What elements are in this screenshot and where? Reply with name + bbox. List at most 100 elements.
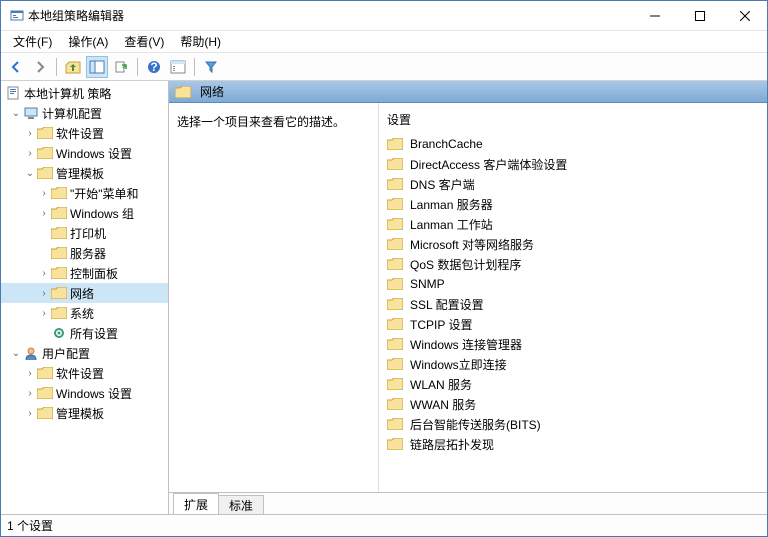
tab-standard[interactable]: 标准 bbox=[218, 495, 264, 514]
folder-icon bbox=[387, 176, 403, 192]
folder-icon bbox=[175, 84, 191, 100]
close-button[interactable] bbox=[722, 1, 767, 30]
list-item[interactable]: SSL 配置设置 bbox=[379, 294, 767, 314]
list-item[interactable]: WWAN 服务 bbox=[379, 394, 767, 414]
collapse-icon[interactable]: ⌄ bbox=[9, 346, 23, 360]
forward-button[interactable] bbox=[29, 56, 51, 78]
tree-user-admin[interactable]: › 管理模板 bbox=[1, 403, 168, 423]
description-prompt: 选择一个项目来查看它的描述。 bbox=[177, 115, 345, 129]
list-item[interactable]: BranchCache bbox=[379, 134, 767, 154]
menu-action[interactable]: 操作(A) bbox=[60, 31, 116, 52]
expand-icon[interactable]: › bbox=[23, 406, 37, 420]
folder-icon bbox=[387, 396, 403, 412]
statusbar: 1 个设置 bbox=[1, 514, 767, 536]
export-button[interactable] bbox=[110, 56, 132, 78]
user-icon bbox=[23, 345, 39, 361]
list-item[interactable]: Windows立即连接 bbox=[379, 354, 767, 374]
toolbar: ? bbox=[1, 53, 767, 81]
menu-view[interactable]: 查看(V) bbox=[116, 31, 172, 52]
folder-icon bbox=[51, 225, 67, 241]
tab-extended[interactable]: 扩展 bbox=[173, 493, 219, 514]
tree-user-software[interactable]: › 软件设置 bbox=[1, 363, 168, 383]
tree-server[interactable]: 服务器 bbox=[1, 243, 168, 263]
list-item-label: SNMP bbox=[410, 277, 445, 291]
tree-control-panel[interactable]: › 控制面板 bbox=[1, 263, 168, 283]
folder-icon bbox=[37, 365, 53, 381]
folder-icon bbox=[387, 256, 403, 272]
tree-root[interactable]: 本地计算机 策略 bbox=[1, 83, 168, 103]
list-item[interactable]: 后台智能传送服务(BITS) bbox=[379, 414, 767, 434]
minimize-button[interactable] bbox=[632, 1, 677, 30]
maximize-button[interactable] bbox=[677, 1, 722, 30]
toolbar-separator bbox=[56, 58, 57, 76]
tab-row: 扩展 标准 bbox=[169, 492, 767, 514]
tree-windows-components[interactable]: › Windows 组 bbox=[1, 203, 168, 223]
collapse-icon[interactable]: ⌄ bbox=[9, 106, 23, 120]
list-item-label: Lanman 服务器 bbox=[410, 196, 493, 213]
tree-computer-config[interactable]: ⌄ 计算机配置 bbox=[1, 103, 168, 123]
properties-button[interactable] bbox=[167, 56, 189, 78]
tree-all-settings[interactable]: 所有设置 bbox=[1, 323, 168, 343]
tree-label: 管理模板 bbox=[56, 165, 104, 182]
up-button[interactable] bbox=[62, 56, 84, 78]
body-area: 本地计算机 策略 ⌄ 计算机配置 › 软件设置 › Windows 设置 ⌄ 管… bbox=[1, 81, 767, 514]
settings-list[interactable]: BranchCacheDirectAccess 客户端体验设置 DNS 客户端 La… bbox=[379, 134, 767, 492]
tree-user-config[interactable]: ⌄ 用户配置 bbox=[1, 343, 168, 363]
tree-label: 管理模板 bbox=[56, 405, 104, 422]
computer-icon bbox=[23, 105, 39, 121]
list-item[interactable]: DirectAccess 客户端体验设置 bbox=[379, 154, 767, 174]
tree-panel[interactable]: 本地计算机 策略 ⌄ 计算机配置 › 软件设置 › Windows 设置 ⌄ 管… bbox=[1, 81, 169, 514]
filter-button[interactable] bbox=[200, 56, 222, 78]
back-button[interactable] bbox=[5, 56, 27, 78]
list-item[interactable]: Windows 连接管理器 bbox=[379, 334, 767, 354]
content-body: 选择一个项目来查看它的描述。 设置 BranchCacheDirectAcces… bbox=[169, 103, 767, 492]
folder-icon bbox=[387, 296, 403, 312]
expand-icon[interactable]: › bbox=[37, 186, 51, 200]
expand-icon[interactable]: › bbox=[37, 266, 51, 280]
tree-admin-templates[interactable]: ⌄ 管理模板 bbox=[1, 163, 168, 183]
tree-system[interactable]: › 系统 bbox=[1, 303, 168, 323]
window-controls bbox=[632, 1, 767, 30]
expand-icon[interactable]: › bbox=[23, 366, 37, 380]
list-item[interactable]: SNMP bbox=[379, 274, 767, 294]
list-item[interactable]: QoS 数据包计划程序 bbox=[379, 254, 767, 274]
tree-label: 软件设置 bbox=[56, 365, 104, 382]
expand-icon[interactable]: › bbox=[23, 386, 37, 400]
list-item[interactable]: Microsoft 对等网络服务 bbox=[379, 234, 767, 254]
expand-icon[interactable]: › bbox=[37, 206, 51, 220]
expand-icon[interactable]: › bbox=[37, 286, 51, 300]
tree-start-menu[interactable]: › "开始"菜单和 bbox=[1, 183, 168, 203]
tree-printer[interactable]: 打印机 bbox=[1, 223, 168, 243]
toolbar-separator bbox=[194, 58, 195, 76]
help-button[interactable]: ? bbox=[143, 56, 165, 78]
folder-icon bbox=[387, 136, 403, 152]
folder-icon bbox=[387, 196, 403, 212]
tree-label: 服务器 bbox=[70, 245, 106, 262]
folder-icon bbox=[387, 336, 403, 352]
folder-icon bbox=[51, 305, 67, 321]
tree-network[interactable]: › 网络 bbox=[1, 283, 168, 303]
folder-icon bbox=[51, 185, 67, 201]
tree-user-windows[interactable]: › Windows 设置 bbox=[1, 383, 168, 403]
list-item[interactable]: Lanman 服务器 bbox=[379, 194, 767, 214]
tree-label: 所有设置 bbox=[70, 325, 118, 342]
list-item-label: WLAN 服务 bbox=[410, 376, 472, 393]
show-hide-tree-button[interactable] bbox=[86, 56, 108, 78]
list-item[interactable]: 链路层拓扑发现 bbox=[379, 434, 767, 454]
list-item[interactable]: Lanman 工作站 bbox=[379, 214, 767, 234]
list-item[interactable]: WLAN 服务 bbox=[379, 374, 767, 394]
expand-icon[interactable]: › bbox=[37, 306, 51, 320]
expand-icon[interactable]: › bbox=[23, 126, 37, 140]
list-item[interactable]: TCPIP 设置 bbox=[379, 314, 767, 334]
collapse-icon[interactable]: ⌄ bbox=[23, 166, 37, 180]
menu-help[interactable]: 帮助(H) bbox=[172, 31, 229, 52]
list-item-label: SSL 配置设置 bbox=[410, 296, 484, 313]
expand-icon[interactable]: › bbox=[23, 146, 37, 160]
menu-file[interactable]: 文件(F) bbox=[5, 31, 60, 52]
content-header: 网络 bbox=[169, 81, 767, 103]
tree-software-settings[interactable]: › 软件设置 bbox=[1, 123, 168, 143]
folder-icon bbox=[387, 316, 403, 332]
tree-windows-settings[interactable]: › Windows 设置 bbox=[1, 143, 168, 163]
list-item-label: DNS 客户端 bbox=[410, 176, 475, 193]
list-item[interactable]: DNS 客户端 bbox=[379, 174, 767, 194]
